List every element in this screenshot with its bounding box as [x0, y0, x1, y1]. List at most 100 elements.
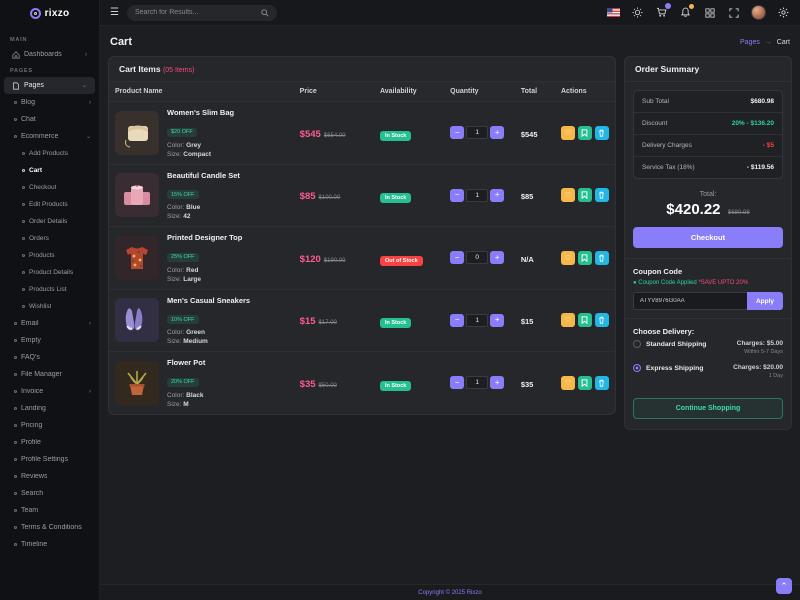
- sidebar-nav: MAIN Dashboards › PAGES Pages ⌄ Blog› Ch…: [0, 26, 99, 553]
- qty-value[interactable]: 1: [466, 376, 488, 389]
- delete-trash-button[interactable]: [595, 376, 609, 390]
- product-name[interactable]: Women's Slim Bag: [167, 108, 234, 117]
- sidebar-item-email[interactable]: Email›: [0, 315, 99, 332]
- qty-value[interactable]: 0: [466, 251, 488, 264]
- sidebar-item-empty[interactable]: Empty: [0, 332, 99, 349]
- delete-trash-button[interactable]: [595, 188, 609, 202]
- wishlist-heart-button[interactable]: ♡: [561, 313, 575, 327]
- sidebar-item-checkout[interactable]: Checkout: [0, 179, 99, 196]
- scroll-to-top-button[interactable]: ⌃: [776, 578, 792, 594]
- sidebar-item-landing[interactable]: Landing: [0, 400, 99, 417]
- sidebar-item-timeline[interactable]: Timeline: [0, 536, 99, 553]
- qty-decrease-button[interactable]: −: [450, 189, 464, 202]
- bullet-icon: [14, 356, 17, 359]
- coupon-save-note: *SAVE UPTO 20%: [698, 280, 748, 286]
- subtotal-value: $680.98: [751, 98, 775, 105]
- sidebar-item-pricing[interactable]: Pricing: [0, 417, 99, 434]
- sidebar-item-orders[interactable]: Orders: [0, 230, 99, 247]
- radio-unselected-icon[interactable]: [633, 340, 641, 348]
- radio-selected-icon[interactable]: [633, 364, 641, 372]
- sidebar-item-wishlist[interactable]: Wishlist: [0, 298, 99, 315]
- qty-increase-button[interactable]: +: [490, 251, 504, 264]
- sidebar-item-terms[interactable]: Terms & Conditions: [0, 519, 99, 536]
- apps-grid-icon[interactable]: [703, 6, 716, 19]
- bullet-icon: [14, 424, 17, 427]
- delete-trash-button[interactable]: [595, 126, 609, 140]
- fullscreen-icon[interactable]: [727, 6, 740, 19]
- qty-decrease-button[interactable]: −: [450, 314, 464, 327]
- bookmark-button[interactable]: [578, 188, 592, 202]
- product-name[interactable]: Beautiful Candle Set: [167, 171, 240, 180]
- summary-row-tax: Service Tax (18%) - $119.56: [634, 157, 782, 178]
- sidebar-item-ecommerce[interactable]: Ecommerce⌄: [0, 128, 99, 145]
- sidebar-item-order-details[interactable]: Order Details: [0, 213, 99, 230]
- bullet-icon: [22, 254, 25, 257]
- sidebar-item-dashboards[interactable]: Dashboards ›: [4, 46, 95, 63]
- summary-row-delivery: Delivery Charges - $5: [634, 135, 782, 157]
- sidebar-item-search[interactable]: Search: [0, 485, 99, 502]
- qty-decrease-button[interactable]: −: [450, 376, 464, 389]
- notifications-icon[interactable]: [679, 6, 692, 19]
- breadcrumb-pages[interactable]: Pages: [740, 39, 760, 46]
- delete-trash-button[interactable]: [595, 313, 609, 327]
- qty-increase-button[interactable]: +: [490, 376, 504, 389]
- checkout-button[interactable]: Checkout: [633, 227, 783, 248]
- sidebar-item-add-products[interactable]: Add Products: [0, 145, 99, 162]
- product-name[interactable]: Men's Casual Sneakers: [167, 296, 250, 305]
- continue-shopping-button[interactable]: Continue Shopping: [633, 398, 783, 419]
- qty-value[interactable]: 1: [466, 189, 488, 202]
- coupon-applied-text: ● Coupon Code Applied: [633, 280, 697, 286]
- apply-coupon-button[interactable]: Apply: [747, 292, 783, 310]
- bookmark-button[interactable]: [578, 376, 592, 390]
- wishlist-heart-button[interactable]: ♡: [561, 376, 575, 390]
- sidebar-item-pages[interactable]: Pages ⌄: [4, 77, 95, 94]
- sidebar-item-products[interactable]: Products: [0, 247, 99, 264]
- sidebar-item-edit-products[interactable]: Edit Products: [0, 196, 99, 213]
- wishlist-heart-button[interactable]: ♡: [561, 126, 575, 140]
- qty-increase-button[interactable]: +: [490, 314, 504, 327]
- sidebar-item-profile-settings[interactable]: Profile Settings: [0, 451, 99, 468]
- delete-trash-button[interactable]: [595, 251, 609, 265]
- settings-gear-icon[interactable]: [777, 6, 790, 19]
- product-name[interactable]: Printed Designer Top: [167, 233, 242, 242]
- sidebar-item-products-list[interactable]: Products List: [0, 281, 99, 298]
- sidebar-item-invoice[interactable]: Invoice›: [0, 383, 99, 400]
- sidebar-item-product-details[interactable]: Product Details: [0, 264, 99, 281]
- sidebar-item-file-manager[interactable]: File Manager: [0, 366, 99, 383]
- theme-toggle-icon[interactable]: [631, 6, 644, 19]
- qty-increase-button[interactable]: +: [490, 126, 504, 139]
- coupon-code-input[interactable]: [633, 292, 747, 310]
- stock-badge: In Stock: [380, 193, 411, 203]
- sidebar-item-faqs[interactable]: FAQ's: [0, 349, 99, 366]
- sidebar-item-blog[interactable]: Blog›: [0, 94, 99, 111]
- sidebar-item-profile[interactable]: Profile: [0, 434, 99, 451]
- menu-toggle-icon[interactable]: ☰: [110, 8, 119, 18]
- qty-increase-button[interactable]: +: [490, 189, 504, 202]
- wishlist-heart-button[interactable]: ♡: [561, 188, 575, 202]
- sidebar-item-reviews[interactable]: Reviews: [0, 468, 99, 485]
- qty-decrease-button[interactable]: −: [450, 251, 464, 264]
- search-input[interactable]: [135, 9, 255, 16]
- bookmark-button[interactable]: [578, 313, 592, 327]
- shipping-option-standard[interactable]: Standard Shipping Charges: $5.00 Within …: [633, 340, 783, 355]
- shipping-option-express[interactable]: Express Shipping Charges: $20.00 1 Day: [633, 364, 783, 379]
- bookmark-button[interactable]: [578, 251, 592, 265]
- language-flag-icon[interactable]: [607, 6, 620, 19]
- product-name[interactable]: Flower Pot: [167, 358, 205, 367]
- sidebar-item-chat[interactable]: Chat: [0, 111, 99, 128]
- product-color: Blue: [186, 204, 200, 211]
- product-size: Medium: [183, 338, 208, 345]
- bullet-icon: [14, 135, 17, 138]
- order-summary-card: Order Summary Sub Total $680.98 Discount…: [624, 56, 792, 430]
- logo[interactable]: rixzo: [0, 0, 99, 26]
- wishlist-heart-button[interactable]: ♡: [561, 251, 575, 265]
- qty-decrease-button[interactable]: −: [450, 126, 464, 139]
- sidebar-item-cart[interactable]: Cart: [0, 162, 99, 179]
- bookmark-button[interactable]: [578, 126, 592, 140]
- qty-value[interactable]: 1: [466, 314, 488, 327]
- stock-badge: In Stock: [380, 318, 411, 328]
- cart-icon[interactable]: [655, 6, 668, 19]
- user-avatar[interactable]: [751, 5, 766, 20]
- qty-value[interactable]: 1: [466, 126, 488, 139]
- sidebar-item-team[interactable]: Team: [0, 502, 99, 519]
